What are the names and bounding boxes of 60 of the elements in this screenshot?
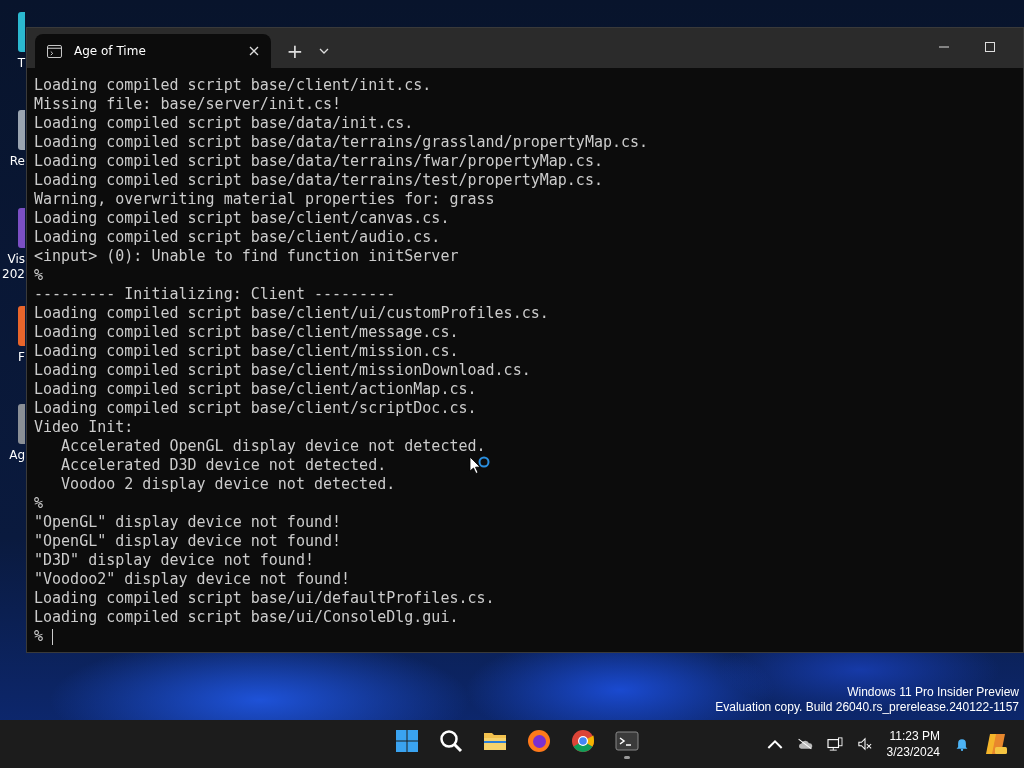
chevron-up-icon[interactable]	[766, 737, 783, 751]
desktop-icon-label: Re	[9, 154, 25, 169]
evaluation-notice: Windows 11 Pro Insider Preview	[847, 685, 1019, 700]
console-line: Missing file: base/server/init.cs!	[34, 95, 342, 114]
windows-logo-icon[interactable]	[395, 729, 419, 753]
console-line: --------- Initializing: Client ---------	[34, 285, 396, 304]
console-line: Loading compiled script base/client/audio.cs.	[34, 228, 441, 247]
busy-cursor-icon	[469, 456, 491, 476]
new-tab-button[interactable]: +	[275, 34, 315, 68]
terminal-icon[interactable]	[615, 729, 639, 753]
console-line: Loading compiled script base/client/canvas.cs.	[34, 209, 450, 228]
maximize-icon[interactable]	[985, 42, 995, 52]
desktop-icon-label: T	[17, 56, 25, 71]
console-line: %	[34, 494, 44, 513]
search-icon[interactable]	[439, 729, 463, 753]
clock-date: 3/23/2024	[886, 744, 940, 760]
console-line: Loading compiled script base/client/mission.cs.	[34, 342, 459, 361]
console-line: Loading compiled script base/ui/defaultProfiles.cs.	[34, 589, 495, 608]
console-line: Warning, overwriting material properties for: grass	[34, 190, 495, 209]
console-line: "D3D" display device not found!	[34, 551, 314, 570]
console-line: Accelerated OpenGL display device not detected.	[60, 437, 486, 456]
network-icon[interactable]	[826, 737, 843, 751]
round-browser-icon[interactable]	[571, 729, 595, 753]
desktop-icon-label: Ag	[9, 448, 25, 463]
console-line: Loading compiled script base/data/init.cs.	[34, 114, 414, 133]
console-line: Loading compiled script base/client/actionMap.cs.	[34, 380, 477, 399]
console-line: "OpenGL" display device not found!	[34, 532, 342, 551]
cloud-off-icon[interactable]	[796, 737, 813, 751]
dropdown-chevron-icon[interactable]	[319, 48, 329, 54]
console-line: Video Init:	[34, 418, 134, 437]
console-line: Loading compiled script base/data/terrains/grassland/propertyMap.cs.	[34, 133, 649, 152]
clock-time: 11:23 PM	[889, 728, 940, 744]
console-line: Voodoo 2 display device not detected.	[60, 475, 396, 494]
console-line: "OpenGL" display device not found!	[34, 513, 342, 532]
desktop-icon-label: 202	[2, 267, 25, 282]
console-line: Loading compiled script base/client/init.cs.	[34, 76, 432, 95]
console-line: Loading compiled script base/client/missionDownload.cs.	[34, 361, 531, 380]
console-line: Loading compiled script base/ui/ConsoleDlg.gui.	[34, 608, 459, 627]
console-icon	[47, 44, 62, 58]
console-line: <input> (0): Unable to find function initServer	[34, 247, 459, 266]
console-prompt: %	[34, 627, 44, 646]
evaluation-notice: Evaluation copy. Build 26040.rs_prerelease.240122-1157	[715, 700, 1019, 715]
console-line: Accelerated D3D device not detected.	[60, 456, 387, 475]
console-line: Loading compiled script base/client/ui/customProfiles.cs.	[34, 304, 549, 323]
console-line: "Voodoo2" display device not found!	[34, 570, 351, 589]
close-icon[interactable]	[249, 46, 259, 56]
console-line: %	[34, 266, 44, 285]
terminal-tab[interactable]: Age of Time	[35, 34, 271, 68]
console-line: Loading compiled script base/client/message.cs.	[34, 323, 459, 342]
bell-icon[interactable]	[954, 737, 970, 751]
copilot-icon[interactable]	[984, 732, 1008, 756]
volume-muted-icon[interactable]	[856, 737, 873, 751]
console-line: Loading compiled script base/client/scriptDoc.cs.	[34, 399, 477, 418]
desktop-icon-label: Vis	[7, 252, 25, 267]
console-line: Loading compiled script base/data/terrains/test/propertyMap.cs.	[34, 171, 603, 190]
text-cursor	[52, 628, 54, 645]
fox-globe-icon[interactable]	[527, 729, 551, 753]
console-line: Loading compiled script base/data/terrains/fwar/propertyMap.cs.	[34, 152, 603, 171]
desktop-icon-label: F	[18, 350, 25, 365]
clock[interactable]: 11:23 PM 3/23/2024	[886, 728, 940, 760]
